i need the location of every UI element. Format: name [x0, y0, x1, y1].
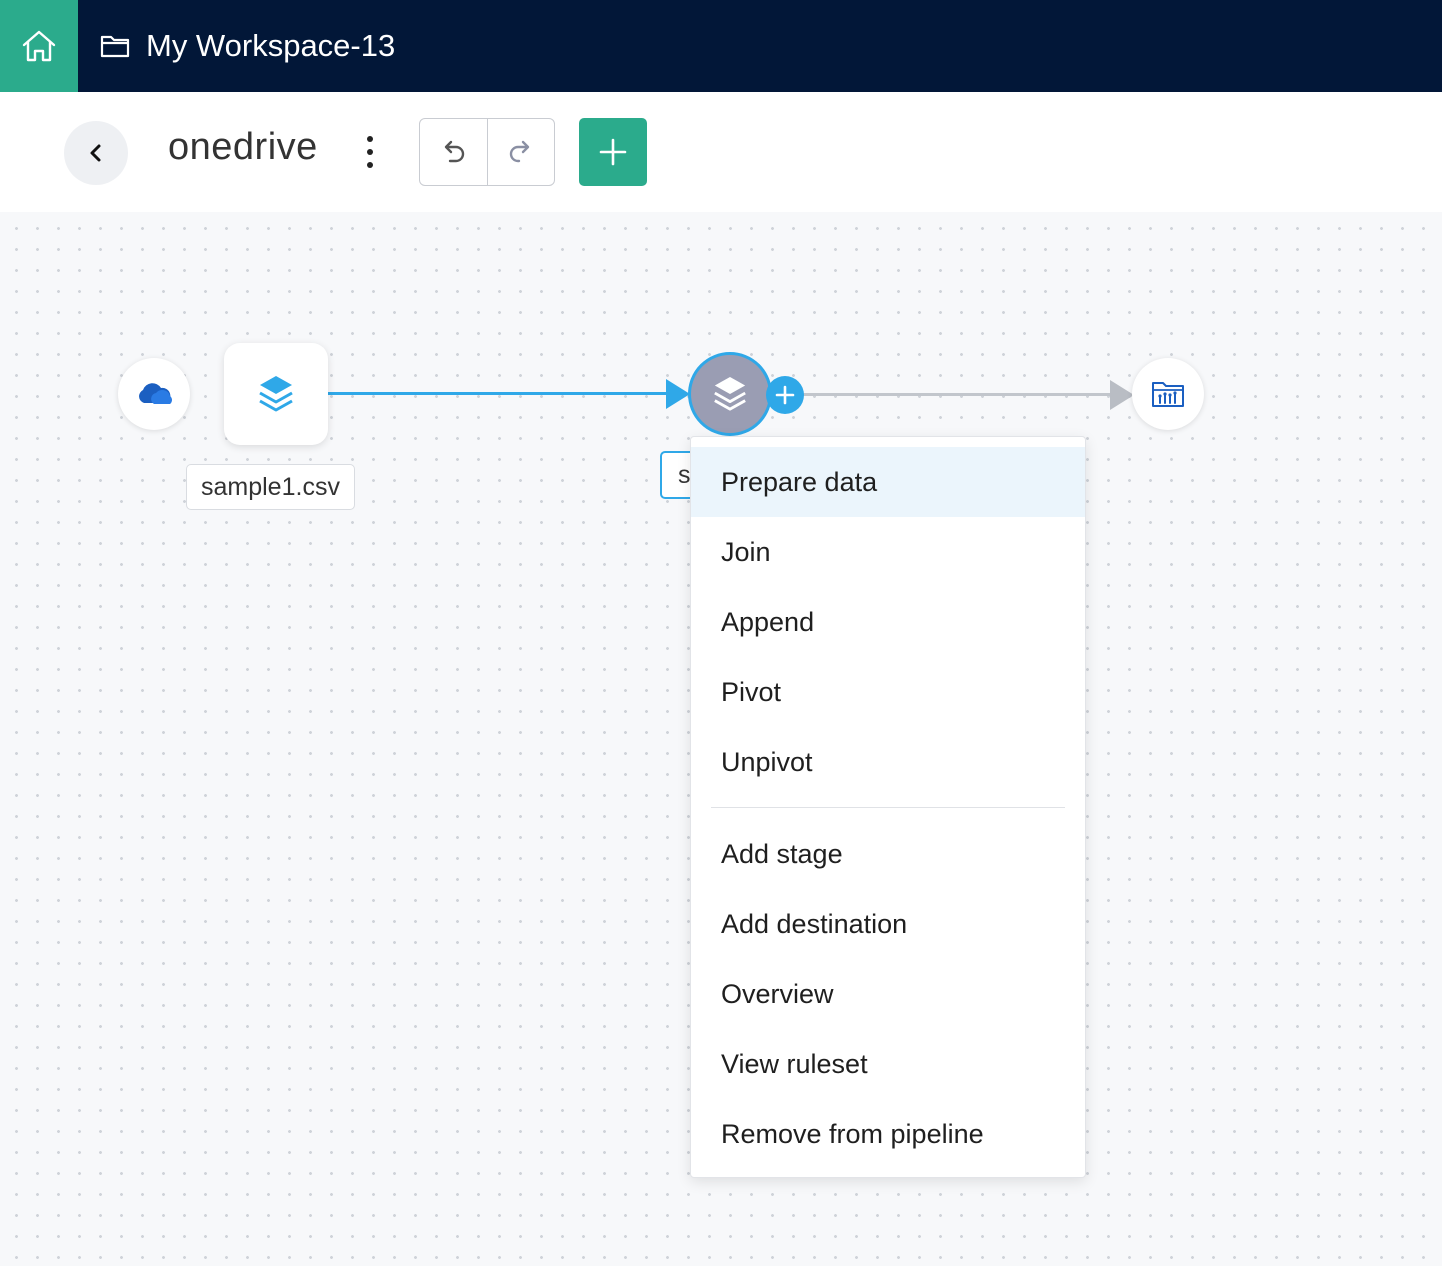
folder-icon: [100, 31, 130, 61]
add-button[interactable]: [579, 118, 647, 186]
plus-icon: [599, 138, 627, 166]
dataset-node[interactable]: [224, 343, 328, 445]
menu-item-view-ruleset[interactable]: View ruleset: [691, 1029, 1085, 1099]
stage-context-menu: Prepare data Join Append Pivot Unpivot A…: [690, 436, 1086, 1178]
destination-node[interactable]: [1132, 358, 1204, 430]
menu-divider: [711, 807, 1065, 808]
undo-button[interactable]: [420, 119, 488, 185]
undo-redo-group: [419, 118, 555, 186]
pipeline-title: onedrive: [168, 126, 318, 168]
redo-button[interactable]: [488, 119, 555, 185]
connector-stage-to-destination: [802, 393, 1114, 396]
menu-item-prepare-data[interactable]: Prepare data: [691, 447, 1085, 517]
undo-icon: [445, 140, 465, 163]
home-button[interactable]: [0, 0, 78, 92]
chevron-left-icon: [90, 144, 101, 162]
plus-icon: [775, 385, 795, 405]
connector-source-to-stage: [328, 392, 670, 395]
home-icon: [22, 30, 56, 62]
redo-icon: [509, 140, 529, 163]
menu-item-join[interactable]: Join: [691, 517, 1085, 587]
layers-icon: [259, 376, 293, 412]
folder-chart-icon: [1152, 382, 1184, 407]
menu-item-remove-from-pipeline[interactable]: Remove from pipeline: [691, 1099, 1085, 1169]
workspace-breadcrumb[interactable]: My Workspace-13: [100, 0, 395, 92]
arrow-head-gray: [1110, 380, 1134, 410]
menu-item-pivot[interactable]: Pivot: [691, 657, 1085, 727]
onedrive-cloud-icon: [139, 383, 172, 404]
menu-item-add-stage[interactable]: Add stage: [691, 819, 1085, 889]
layers-icon: [714, 376, 746, 411]
menu-item-unpivot[interactable]: Unpivot: [691, 727, 1085, 797]
arrow-head-blue: [666, 379, 690, 409]
top-bar: My Workspace-13: [0, 0, 1442, 92]
source-node[interactable]: [118, 358, 190, 430]
add-step-button[interactable]: [766, 376, 804, 414]
pipeline-toolbar: onedrive: [0, 92, 1442, 212]
workspace-title: My Workspace-13: [146, 28, 396, 63]
menu-item-append[interactable]: Append: [691, 587, 1085, 657]
dataset-label[interactable]: sample1.csv: [186, 464, 355, 510]
more-options-icon[interactable]: [356, 132, 384, 172]
menu-item-add-destination[interactable]: Add destination: [691, 889, 1085, 959]
back-button[interactable]: [64, 121, 128, 185]
stage-node[interactable]: [688, 352, 772, 436]
menu-item-overview[interactable]: Overview: [691, 959, 1085, 1029]
